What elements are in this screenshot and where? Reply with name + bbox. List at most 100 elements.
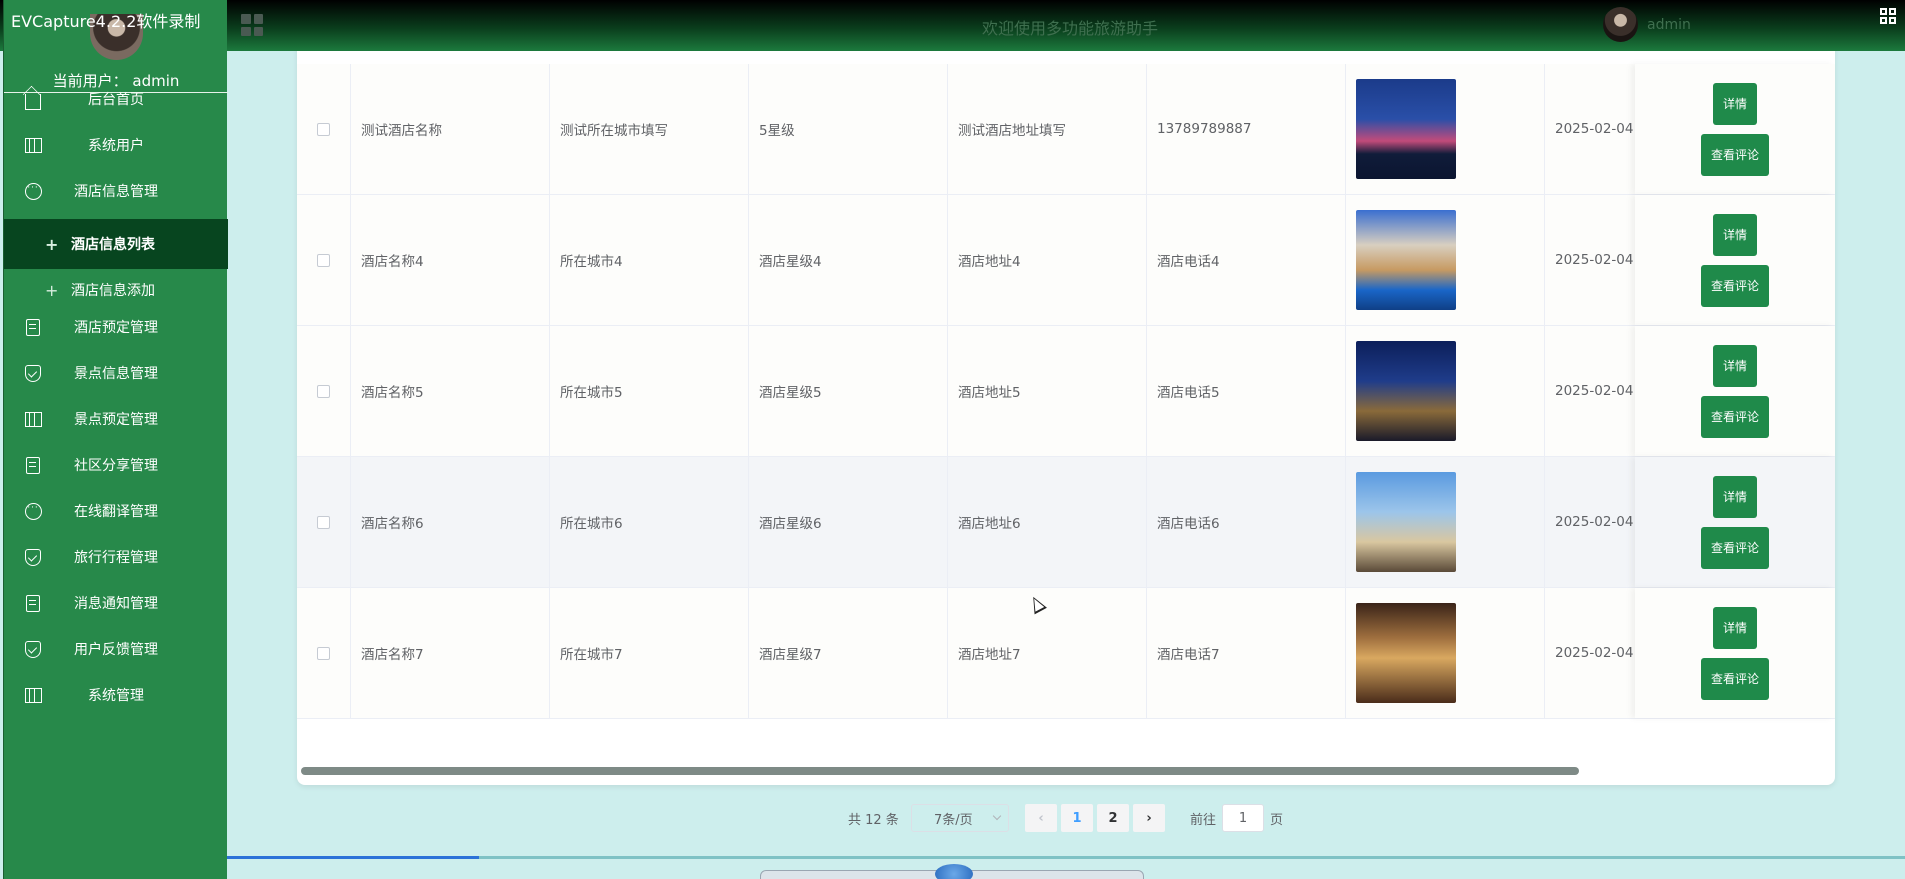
sidebar-item-0[interactable]: 后台首页 <box>4 76 228 122</box>
star-cell: 酒店星级7 <box>749 588 948 718</box>
page-size-select[interactable]: 7条/页 <box>911 804 1009 832</box>
row-checkbox[interactable] <box>317 646 330 660</box>
operations-cell: 详情 查看评论 <box>1635 64 1835 194</box>
table-row[interactable]: 酒店名称7 所在城市7 酒店星级7 酒店地址7 酒店电话7 2025-02-04 1 详情查… <box>297 588 1835 719</box>
table-row[interactable]: 酒店名称6 所在城市6 酒店星级6 酒店地址6 酒店电话6 2025-02-04 1 详情查… <box>297 457 1835 588</box>
view-reviews-button[interactable]: 查看评论 <box>1701 395 1769 438</box>
row-checkbox[interactable] <box>317 122 330 136</box>
row-checkbox[interactable] <box>317 253 330 267</box>
table-row[interactable]: 酒店名称4 所在城市4 酒店星级4 酒店地址4 酒店电话4 2025-02-04 1 详情查… <box>297 195 1835 326</box>
address-cell: 测试酒店地址填写 <box>948 64 1147 194</box>
operations-cell: 详情 查看评论 <box>1635 588 1835 718</box>
recorder-watermark: EVCapture4.2.2软件录制 <box>11 12 201 31</box>
fullscreen-icon[interactable] <box>1880 8 1896 24</box>
page-1-button[interactable]: 1 <box>1061 804 1093 832</box>
recording-progress <box>12 856 1905 859</box>
checkbox-cell <box>297 326 351 456</box>
address-cell: 酒店地址7 <box>948 588 1147 718</box>
pagination-total: 共 12 条 <box>848 812 899 828</box>
chevron-down-icon <box>992 811 1002 821</box>
detail-button[interactable]: 详情 <box>1713 213 1757 256</box>
view-reviews-button[interactable]: 查看评论 <box>1701 526 1769 569</box>
prev-page-button[interactable]: ‹ <box>1025 804 1057 832</box>
sidebar-item-7[interactable]: 景点预定管理 <box>4 396 228 442</box>
detail-button[interactable]: 详情 <box>1713 475 1757 518</box>
view-reviews-button[interactable]: 查看评论 <box>1701 264 1769 307</box>
sidebar-item-3[interactable]: + 酒店信息列表 <box>4 219 228 269</box>
name-cell: 酒店名称5 <box>351 326 550 456</box>
page-2-button[interactable]: 2 <box>1097 804 1129 832</box>
city-cell: 所在城市4 <box>550 195 749 325</box>
star-cell: 酒店星级5 <box>749 326 948 456</box>
sidebar: 当前用户： admin 后台首页 系统用户 ··· 酒店信息管理 + 酒店信息列表 + 酒店信… <box>3 0 228 879</box>
cell-address: 酒店地址7 <box>958 647 1021 663</box>
cell-name: 酒店名称6 <box>361 516 424 532</box>
address-cell: 酒店地址6 <box>948 457 1147 587</box>
cell-star: 酒店星级5 <box>759 385 822 401</box>
sidebar-item-label: 后台首页 <box>88 92 144 108</box>
star-cell: 酒店星级4 <box>749 195 948 325</box>
view-reviews-button[interactable]: 查看评论 <box>1701 657 1769 700</box>
row-checkbox[interactable] <box>317 515 330 529</box>
sidebar-item-label: 景点信息管理 <box>74 366 158 382</box>
address-cell: 酒店地址4 <box>948 195 1147 325</box>
sidebar-item-11[interactable]: 消息通知管理 <box>4 580 228 626</box>
phone-cell: 酒店电话6 <box>1147 457 1346 587</box>
checkbox-cell <box>297 588 351 718</box>
sidebar-item-5[interactable]: 酒店预定管理 <box>4 304 228 350</box>
sidebar-item-10[interactable]: 旅行行程管理 <box>4 534 228 580</box>
sidebar-item-label: 社区分享管理 <box>74 458 158 474</box>
avatar[interactable] <box>1603 7 1638 42</box>
pagination-pages: ‹ 1 2 › <box>1025 804 1165 832</box>
city-cell: 所在城市7 <box>550 588 749 718</box>
next-page-button[interactable]: › <box>1133 804 1165 832</box>
pagination-goto: 前往 1 页 <box>1190 804 1283 832</box>
operations-cell: 详情 查看评论 <box>1635 195 1835 325</box>
phone-cell: 13789789887 <box>1147 64 1346 194</box>
name-cell: 酒店名称4 <box>351 195 550 325</box>
operations-cell: 详情 查看评论 <box>1635 326 1835 456</box>
cell-name: 测试酒店名称 <box>361 123 442 139</box>
goto-label: 前往 <box>1190 812 1217 828</box>
checkbox-cell <box>297 195 351 325</box>
header-username[interactable]: admin <box>1647 17 1691 33</box>
cell-address: 酒店地址4 <box>958 254 1021 270</box>
city-cell: 所在城市5 <box>550 326 749 456</box>
name-cell: 酒店名称6 <box>351 457 550 587</box>
cell-phone: 酒店电话5 <box>1157 385 1220 401</box>
name-cell: 酒店名称7 <box>351 588 550 718</box>
cell-time: 2025-02-04 1 <box>1555 252 1647 268</box>
cell-star: 酒店星级6 <box>759 516 822 532</box>
sidebar-item-9[interactable]: ··· 在线翻译管理 <box>4 488 228 534</box>
cell-address: 酒店地址5 <box>958 385 1021 401</box>
menu-toggle-icon[interactable] <box>241 14 263 36</box>
sidebar-item-8[interactable]: 社区分享管理 <box>4 442 228 488</box>
row-checkbox[interactable] <box>317 384 330 398</box>
detail-button[interactable]: 详情 <box>1713 344 1757 387</box>
phone-cell: 酒店电话7 <box>1147 588 1346 718</box>
cell-city: 所在城市7 <box>560 647 623 663</box>
table-row[interactable]: 测试酒店名称 测试所在城市填写 5星级 测试酒店地址填写 13789789887 2025… <box>297 64 1835 195</box>
city-cell: 测试所在城市填写 <box>550 64 749 194</box>
cell-phone: 酒店电话6 <box>1157 516 1220 532</box>
record-button[interactable] <box>935 864 973 879</box>
cell-address: 测试酒店地址填写 <box>958 123 1066 139</box>
cell-name: 酒店名称5 <box>361 385 424 401</box>
sidebar-item-2[interactable]: ··· 酒店信息管理 <box>4 168 228 214</box>
checkbox-cell <box>297 64 351 194</box>
sidebar-item-12[interactable]: 用户反馈管理 <box>4 626 228 672</box>
sidebar-item-13[interactable]: 系统管理 <box>4 672 228 718</box>
view-reviews-button[interactable]: 查看评论 <box>1701 133 1769 176</box>
detail-button[interactable]: 详情 <box>1713 606 1757 649</box>
goto-page-input[interactable]: 1 <box>1222 804 1265 832</box>
sidebar-item-6[interactable]: 景点信息管理 <box>4 350 228 396</box>
table-row[interactable]: 酒店名称5 所在城市5 酒店星级5 酒店地址5 酒店电话5 2025-02-04 1 详情查… <box>297 326 1835 457</box>
sidebar-item-1[interactable]: 系统用户 <box>4 122 228 168</box>
plus-icon: + <box>45 234 59 254</box>
name-cell: 测试酒店名称 <box>351 64 550 194</box>
star-cell: 酒店星级6 <box>749 457 948 587</box>
cell-phone: 13789789887 <box>1157 121 1252 137</box>
detail-button[interactable]: 详情 <box>1713 82 1757 125</box>
horizontal-scrollbar[interactable] <box>301 767 1579 775</box>
welcome-title: 欢迎使用多功能旅游助手 <box>982 19 1159 38</box>
